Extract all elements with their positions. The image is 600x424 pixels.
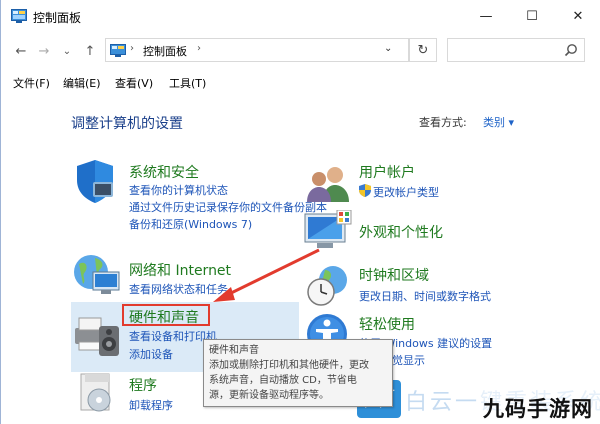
breadcrumb-control-panel[interactable]: 控制面板 [143,43,187,59]
clock-globe-icon[interactable] [305,264,351,308]
tooltip-line: 系统声音，自动播放 CD，节省电 [209,375,357,386]
uac-shield-icon [359,184,371,197]
breadcrumb-separator[interactable]: › [197,43,201,54]
printer-speaker-icon[interactable] [73,312,123,358]
category-clock-region[interactable]: 时钟和区域 [359,265,429,285]
link-change-account-type[interactable]: 更改帐户类型 [373,184,439,200]
view-by-dropdown[interactable]: 类别 ▾ [483,114,514,130]
page-title: 调整计算机的设置 [71,116,183,132]
tooltip-line: 硬件和声音 [209,345,259,356]
link-uninstall-program[interactable]: 卸载程序 [129,397,173,413]
menu-edit[interactable]: 编辑(E) [63,75,101,91]
up-button[interactable]: ↑ [81,41,99,61]
maximize-button[interactable]: ☐ [509,0,555,33]
link-change-date-time-format[interactable]: 更改日期、时间或数字格式 [359,288,491,304]
recent-locations-button[interactable]: ⌄ [58,41,76,61]
tooltip-line: 源，更新设备驱动程序等。 [209,390,329,401]
close-button[interactable]: ✕ [555,0,600,33]
link-view-computer-status[interactable]: 查看你的计算机状态 [129,182,228,198]
link-backup-restore[interactable]: 备份和还原(Windows 7) [129,216,252,232]
link-file-history-backup[interactable]: 通过文件历史记录保存你的文件备份副本 [129,199,327,215]
control-panel-icon [11,9,27,23]
category-programs[interactable]: 程序 [129,375,157,395]
category-appearance[interactable]: 外观和个性化 [359,222,443,242]
back-button[interactable]: ← [12,41,30,61]
category-network-internet[interactable]: 网络和 Internet [129,260,231,280]
minimize-button[interactable]: — [463,0,509,33]
shield-icon[interactable] [73,158,117,204]
network-globe-icon[interactable] [71,252,121,296]
control-panel-small-icon [110,44,126,57]
menu-file[interactable]: 文件(F) [13,75,50,91]
programs-disc-icon[interactable] [77,372,117,416]
category-tooltip: 硬件和声音 添加或删除打印机和其他硬件，更改 系统声音，自动播放 CD，节省电 … [203,339,393,407]
title-bar: 控制面板 — ☐ ✕ [1,0,600,33]
view-by-label: 查看方式: [419,116,467,129]
menu-bar: 文件(F) 编辑(E) 查看(V) 工具(T) [1,72,600,94]
menu-view[interactable]: 查看(V) [115,75,153,91]
category-ease-of-access[interactable]: 轻松使用 [359,314,415,334]
refresh-button[interactable]: ↻ [409,38,437,62]
forward-button[interactable]: → [35,41,53,61]
address-bar[interactable]: › 控制面板 › ⌄ [105,38,409,62]
menu-tools[interactable]: 工具(T) [169,75,206,91]
search-icon[interactable] [564,43,578,57]
content-area: 调整计算机的设置 查看方式: 类别 ▾ 系统和安全 查看你的计算机状态 通过文件… [1,94,600,424]
link-add-device[interactable]: 添加设备 [129,346,173,362]
annotation-highlight-box [122,304,210,326]
corner-watermark-text: 九码手游网 [483,397,593,421]
tooltip-line: 添加或删除打印机和其他硬件，更改 [209,360,369,371]
user-accounts-icon[interactable] [305,164,351,204]
control-panel-window: 控制面板 — ☐ ✕ ← → ⌄ ↑ › 控制面板 › ⌄ ↻ 文件(F) 编辑… [0,0,600,424]
breadcrumb-separator[interactable]: › [130,43,134,54]
search-input[interactable] [447,38,585,62]
address-dropdown-icon[interactable]: ⌄ [384,43,392,54]
link-network-status[interactable]: 查看网络状态和任务 [129,281,228,297]
category-system-security[interactable]: 系统和安全 [129,162,199,182]
category-user-accounts[interactable]: 用户帐户 [359,162,415,182]
appearance-monitor-icon[interactable] [303,210,353,256]
window-title: 控制面板 [33,11,82,25]
